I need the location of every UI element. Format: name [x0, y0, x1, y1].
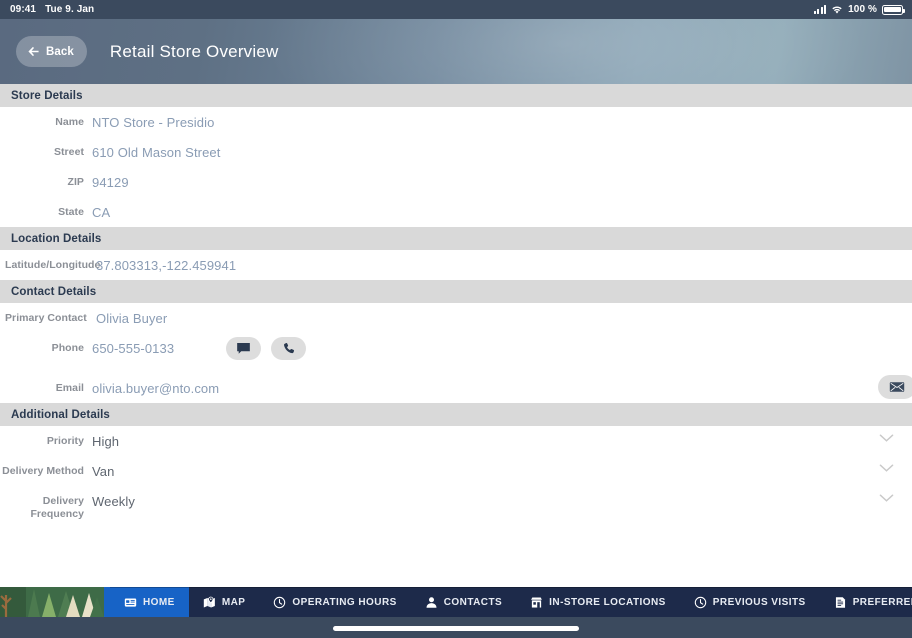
- nav-item-label: MAP: [221, 596, 246, 608]
- field-value[interactable]: 610 Old Mason Street: [92, 146, 220, 160]
- field-value[interactable]: 650-555-0133: [92, 342, 174, 356]
- section-header-additional-details: Additional Details: [0, 403, 912, 426]
- nav-top-divider: [0, 587, 912, 588]
- field-label: Delivery Frequency: [30, 495, 84, 520]
- battery-percent-label: 100 %: [848, 4, 877, 15]
- status-bar-date: Tue 9. Jan: [45, 4, 95, 15]
- field-label: ZIP: [67, 176, 84, 188]
- nav-item-label: PREFERRED VISIT HOURS: [852, 596, 912, 608]
- field-label: Primary Contact: [5, 312, 87, 324]
- person-icon: [426, 596, 437, 608]
- field-value[interactable]: Van: [92, 465, 114, 479]
- status-bar-indicators: 100 %: [813, 4, 905, 15]
- nav-item-contacts[interactable]: CONTACTS: [411, 587, 516, 617]
- back-button[interactable]: Back: [16, 36, 87, 67]
- nav-item-operating-hours[interactable]: OPERATING HOURS: [259, 587, 410, 617]
- section-header-contact-details: Contact Details: [0, 280, 912, 303]
- section-header-store-details: Store Details: [0, 84, 912, 107]
- field-value[interactable]: High: [92, 435, 119, 449]
- battery-icon: [882, 4, 905, 15]
- section-header-location-details: Location Details: [0, 227, 912, 250]
- contact-action-buttons: [226, 337, 306, 360]
- field-zip: ZIP 94129: [0, 167, 912, 197]
- call-button[interactable]: [271, 337, 306, 360]
- nav-item-in-store-locations[interactable]: IN-STORE LOCATIONS: [516, 587, 680, 617]
- nav-item-label: IN-STORE LOCATIONS: [549, 596, 666, 608]
- field-name: Name NTO Store - Presidio: [0, 107, 912, 137]
- field-state: State CA: [0, 197, 912, 227]
- field-value[interactable]: olivia.buyer@nto.com: [92, 382, 219, 396]
- bottom-navigation: HOME MAP OPERATING HOURS CONTACTS IN-STO…: [0, 587, 912, 617]
- section-body-contact-details: Primary Contact Olivia Buyer Phone 650-5…: [0, 303, 912, 403]
- section-body-location-details: Latitude/Longitude 37.803313,-122.459941: [0, 250, 912, 280]
- clock-icon: [694, 596, 707, 608]
- send-email-button[interactable]: [878, 375, 912, 399]
- field-value[interactable]: Olivia Buyer: [96, 312, 167, 326]
- clock-icon: [274, 596, 286, 608]
- back-button-label: Back: [46, 45, 74, 58]
- field-label: Street: [53, 146, 84, 158]
- page-title: Retail Store Overview: [109, 41, 279, 61]
- field-primary-contact: Primary Contact Olivia Buyer: [0, 303, 912, 333]
- nav-item-label: PREVIOUS VISITS: [712, 596, 806, 608]
- section-body-store-details: Name NTO Store - Presidio Street 610 Old…: [0, 107, 912, 227]
- nav-item-label: CONTACTS: [443, 596, 503, 608]
- field-street: Street 610 Old Mason Street: [0, 137, 912, 167]
- email-action-container: [878, 375, 912, 399]
- section-body-additional-details: Priority High Delivery Method Van Delive…: [0, 426, 912, 532]
- field-label: Email: [55, 382, 84, 394]
- send-message-button[interactable]: [226, 337, 261, 360]
- chevron-down-icon[interactable]: [879, 493, 894, 503]
- wifi-icon: [832, 5, 842, 13]
- status-bar: 09:41 Tue 9. Jan 100 %: [0, 0, 912, 19]
- field-email: Email olivia.buyer@nto.com: [0, 373, 912, 403]
- nav-item-previous-visits[interactable]: PREVIOUS VISITS: [680, 587, 820, 617]
- message-bubble-icon: [237, 342, 250, 354]
- map-pin-icon: [203, 596, 215, 607]
- field-delivery-frequency[interactable]: Delivery Frequency Weekly: [0, 486, 912, 532]
- field-value[interactable]: CA: [92, 206, 110, 220]
- field-phone: Phone 650-555-0133: [0, 333, 912, 373]
- document-list-icon: [835, 596, 845, 608]
- chevron-down-icon[interactable]: [879, 463, 894, 473]
- nav-item-label: OPERATING HOURS: [292, 596, 397, 608]
- nav-items: HOME MAP OPERATING HOURS CONTACTS IN-STO…: [110, 587, 912, 617]
- home-indicator: [333, 626, 579, 631]
- nav-item-label: HOME: [143, 596, 175, 608]
- phone-icon: [283, 342, 294, 353]
- signal-bars-icon: [813, 5, 827, 14]
- field-label: Phone: [51, 342, 84, 354]
- field-value[interactable]: Weekly: [92, 495, 135, 509]
- detail-content: Store Details Name NTO Store - Presidio …: [0, 84, 912, 587]
- nav-item-map[interactable]: MAP: [189, 587, 260, 617]
- envelope-icon: [889, 382, 905, 392]
- field-value[interactable]: 37.803313,-122.459941: [96, 259, 236, 273]
- page-header: Back Retail Store Overview: [0, 19, 912, 84]
- field-value[interactable]: NTO Store - Presidio: [92, 116, 214, 130]
- field-label: Delivery Method: [2, 465, 84, 477]
- home-card-icon: [124, 597, 137, 607]
- field-latitude-longitude: Latitude/Longitude 37.803313,-122.459941: [0, 250, 912, 280]
- app-root: 09:41 Tue 9. Jan 100 % Back Retail Store…: [0, 0, 912, 638]
- nav-item-home[interactable]: HOME: [110, 587, 189, 617]
- field-label: State: [58, 206, 84, 218]
- field-value[interactable]: 94129: [92, 176, 129, 190]
- status-bar-time: 09:41: [10, 4, 37, 15]
- field-label: Name: [55, 116, 84, 128]
- arrow-left-icon: [28, 46, 39, 57]
- field-label: Latitude/Longitude: [5, 259, 101, 271]
- nav-item-preferred-visit-hours[interactable]: PREFERRED VISIT HOURS: [820, 587, 912, 617]
- field-label: Priority: [46, 435, 84, 447]
- chevron-down-icon[interactable]: [879, 433, 894, 443]
- bottom-bar: HOME MAP OPERATING HOURS CONTACTS IN-STO…: [0, 587, 912, 638]
- field-priority[interactable]: Priority High: [0, 426, 912, 456]
- decorative-forest-image-left: [0, 587, 110, 617]
- storefront-icon: [531, 596, 543, 608]
- field-delivery-method[interactable]: Delivery Method Van: [0, 456, 912, 486]
